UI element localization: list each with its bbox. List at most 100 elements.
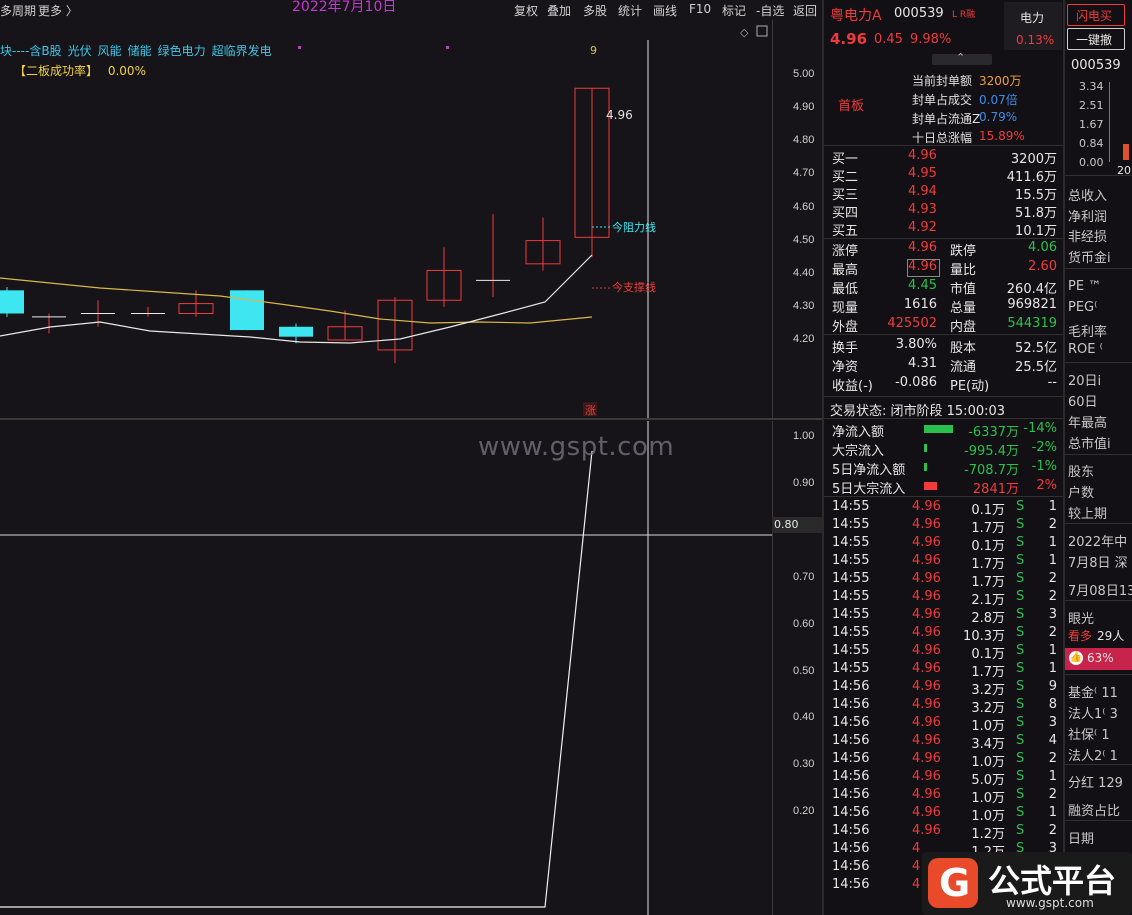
bid-row[interactable]: 买一 4.96 3200万: [824, 148, 1063, 167]
toolbar-adjust-button[interactable]: 复权: [514, 2, 538, 19]
bid-row[interactable]: 买三 4.94 15.5万: [824, 184, 1063, 203]
concept-tag[interactable]: 超临界发电: [212, 44, 272, 58]
tick-count: 1: [1048, 643, 1057, 658]
concept-tag[interactable]: 光伏: [68, 44, 92, 58]
fundamental-label[interactable]: 基金⁽ 11: [1068, 682, 1118, 701]
fundamental-label[interactable]: 股东: [1068, 461, 1094, 480]
tick-time: 14:55: [832, 589, 870, 604]
tick-row: 14:55 4.96 1.7万 S 1: [824, 661, 1063, 680]
fundamental-label[interactable]: 60日: [1068, 391, 1098, 410]
seal-label: 封单占流通Z: [912, 112, 981, 126]
sentiment-bar[interactable]: 👍 63%: [1065, 648, 1132, 670]
window-icon[interactable]: [756, 25, 768, 37]
concept-tag[interactable]: 储能: [128, 44, 152, 58]
seal-value: 3200万: [979, 74, 1022, 88]
fundamental-label[interactable]: 7月08日13: [1068, 580, 1132, 599]
concept-tag[interactable]: 风能: [98, 44, 122, 58]
flash-buy-button[interactable]: 闪电买: [1067, 4, 1125, 26]
bid-row[interactable]: 买五 4.92 10.1万: [824, 220, 1063, 239]
fundamental-label[interactable]: 年最高: [1068, 412, 1107, 431]
tick-side: S: [1016, 553, 1025, 568]
tick-volume: 1.7万: [971, 521, 1005, 536]
tick-volume: 1.0万: [971, 791, 1005, 806]
tick-time: 14:56: [832, 841, 870, 856]
stock-code: 000539: [894, 6, 944, 21]
stat-row: 最高 4.96 量比 2.60: [824, 259, 1063, 278]
fundamental-label[interactable]: 日期: [1068, 828, 1094, 847]
toolbar-overlay-button[interactable]: 叠加: [547, 2, 571, 19]
tick-volume: 3.4万: [971, 737, 1005, 752]
flow-value: -708.7万: [964, 463, 1019, 478]
flow-row: 5日净流入额 -708.7万 -1%: [824, 459, 1063, 478]
indicator-axis: 1.00 0.90 0.80 0.70 0.60 0.50 0.40 0.30 0.20: [772, 421, 823, 915]
tick-price: 4.96: [912, 787, 941, 802]
fundamental-label[interactable]: 分红 129: [1068, 772, 1123, 791]
more-button[interactable]: 更多 〉: [38, 2, 78, 19]
toolbar-draw-button[interactable]: 画线: [653, 2, 677, 19]
fundamental-label[interactable]: 法人2⁽ 1: [1068, 745, 1118, 764]
sector-box[interactable]: 电力 0.13%: [1004, 2, 1062, 50]
one-click-cancel-button[interactable]: 一键撤: [1067, 28, 1125, 50]
fundamental-label[interactable]: PE ™: [1068, 279, 1101, 294]
collapse-toggle[interactable]: ⌃: [932, 51, 992, 65]
tick-side: S: [1016, 517, 1025, 532]
tick-time: 14:56: [832, 697, 870, 712]
fundamental-label[interactable]: PEG⁽: [1068, 300, 1097, 315]
indicator-tick: 0.20: [793, 805, 815, 818]
fundamental-label[interactable]: 户数: [1068, 482, 1094, 501]
stat-label: 最高: [832, 263, 859, 278]
toolbar-multi-stock-button[interactable]: 多股: [583, 2, 607, 19]
kline-chart[interactable]: 9 4.96 今阻力线 今支撑线 涨 ◇: [0, 20, 772, 418]
toolbar-back-button[interactable]: 返回: [793, 2, 817, 19]
pane-divider[interactable]: [0, 418, 822, 420]
fundamental-label[interactable]: 净利润: [1068, 206, 1107, 225]
bid-row[interactable]: 买四 4.93 51.8万: [824, 202, 1063, 221]
bid-row[interactable]: 买二 4.95 411.6万: [824, 166, 1063, 185]
indicator-chart[interactable]: [0, 421, 772, 915]
stat-label: 外盘: [832, 320, 859, 335]
diamond-icon[interactable]: ◇: [740, 26, 749, 39]
tick-time: 14:55: [832, 661, 870, 676]
stat-row: 外盘 425502 内盘 544319: [824, 316, 1063, 335]
side-panel: 闪电买 一键撤 000539 3.34 2.51 1.67 0.84 0.00 20 总…: [1065, 0, 1132, 915]
tick-volume: 1.2万: [971, 827, 1005, 842]
fundamental-label[interactable]: 7月8日 深: [1068, 552, 1128, 571]
fundamental-label[interactable]: 20日i: [1068, 370, 1101, 389]
seal-value: 15.89%: [979, 129, 1025, 143]
fundamental-label[interactable]: 2022年中: [1068, 531, 1127, 550]
toolbar-watchlist-button[interactable]: -自选: [756, 2, 784, 19]
fundamental-label[interactable]: 货币金i: [1068, 247, 1111, 266]
concept-tag[interactable]: 绿色电力: [158, 44, 206, 58]
stat-value: 52.5亿: [1015, 341, 1057, 356]
fundamental-label[interactable]: 非经损: [1068, 226, 1107, 245]
toolbar-f10-button[interactable]: F10: [689, 2, 711, 16]
tick-time: 14:55: [832, 535, 870, 550]
flow-bar: [924, 425, 953, 433]
fundamental-label[interactable]: 法人1⁽ 3: [1068, 703, 1118, 722]
fundamental-label[interactable]: 总收入: [1068, 185, 1107, 204]
toolbar-stats-button[interactable]: 统计: [618, 2, 642, 19]
indicator-tick: 0.40: [793, 711, 815, 724]
concept-tag[interactable]: 块----含B股: [0, 44, 62, 58]
tick-price: 4.96: [912, 661, 941, 676]
fundamental-label[interactable]: ROE ⁽: [1068, 342, 1103, 357]
tick-count: 8: [1048, 697, 1057, 712]
fundamental-label[interactable]: 社保⁽ 1: [1068, 724, 1110, 743]
fundamental-label[interactable]: 眼光: [1068, 608, 1094, 627]
fundamental-label[interactable]: 毛利率: [1068, 321, 1107, 340]
stat-value: 4.06: [1028, 240, 1057, 255]
toolbar-mark-button[interactable]: 标记: [722, 2, 746, 19]
tick-row: 14:56 4.96 1.0万 S 3: [824, 715, 1063, 734]
tick-side: S: [1016, 823, 1025, 838]
stat-value: 260.4亿: [1006, 282, 1057, 297]
tick-count: 9: [1048, 679, 1057, 694]
tick-time: 14:56: [832, 769, 870, 784]
tick-count: 1: [1048, 499, 1057, 514]
tick-volume: 0.1万: [971, 503, 1005, 518]
look-more-label: 看多: [1068, 629, 1093, 643]
fundamental-label[interactable]: 融资占比: [1068, 800, 1120, 819]
multi-period-button[interactable]: 多周期: [0, 2, 36, 19]
fundamental-label[interactable]: 较上期: [1068, 503, 1107, 522]
stock-name[interactable]: 粤电力A: [830, 5, 882, 25]
fundamental-label[interactable]: 总市值i: [1068, 433, 1111, 452]
